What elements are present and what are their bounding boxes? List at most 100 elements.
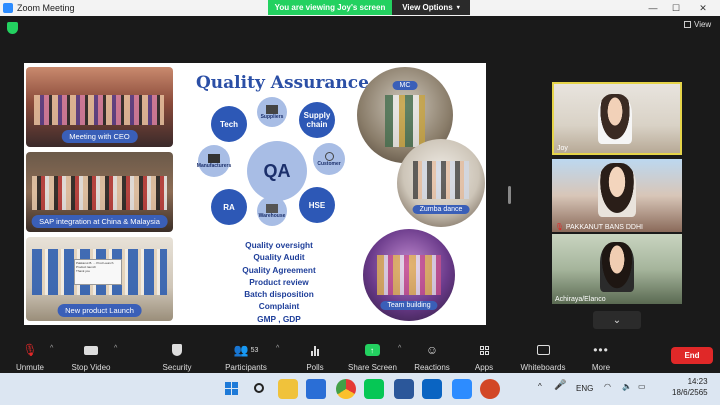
caption-meeting-ceo: Meeting with CEO (61, 130, 138, 143)
photo-sap-integration: SAP integration at China & Malaysia (26, 152, 173, 232)
maximize-button[interactable]: ☐ (664, 0, 688, 16)
node-customer-label: Customer (317, 160, 341, 167)
microphone-icon[interactable]: 🎤 (554, 380, 566, 391)
mail-app-icon[interactable] (306, 379, 326, 399)
file-explorer-icon[interactable] (278, 379, 298, 399)
share-screen-button[interactable]: ↑ Share Screen (348, 342, 397, 372)
window-title: Zoom Meeting (17, 3, 75, 13)
people-group (377, 255, 441, 295)
launch-poster: Pakkanut B. ... Prod Launch Product laun… (74, 259, 122, 285)
polls-button[interactable]: Polls (304, 342, 326, 372)
node-suppliers: Suppliers (257, 97, 287, 127)
share-options-caret[interactable]: ^ (398, 345, 401, 352)
qa-center-label: QA (263, 160, 291, 181)
participants-button[interactable]: 👥 53 Participants (222, 342, 270, 372)
battery-icon[interactable]: ▭ (638, 382, 646, 391)
stop-video-label: Stop Video (71, 363, 111, 372)
more-dots-icon: ••• (593, 343, 609, 357)
node-warehouse: Warehouse (257, 196, 287, 226)
view-button[interactable]: View (684, 20, 711, 29)
list-item: Product review (249, 276, 309, 287)
participants-options-caret[interactable]: ^ (276, 345, 279, 352)
video-camera-icon (84, 345, 98, 355)
powerpoint-icon[interactable] (480, 379, 500, 399)
label-team-building: Team building (380, 301, 438, 310)
zoom-taskbar-icon[interactable] (452, 379, 472, 399)
wifi-icon[interactable]: ◠ (604, 382, 611, 391)
outlook-icon[interactable] (422, 379, 442, 399)
search-button[interactable] (250, 379, 270, 399)
participant-tile-achiraya[interactable]: Achiraya/Elanco (552, 234, 682, 304)
video-options-caret[interactable]: ^ (114, 345, 117, 352)
whiteboards-button[interactable]: Whiteboards (516, 342, 570, 372)
zoom-window: Zoom Meeting — ☐ ✕ You are viewing Joy's… (0, 0, 720, 405)
node-suppliers-label: Suppliers (260, 113, 284, 120)
share-screen-icon: ↑ (364, 344, 380, 356)
chevron-up-icon[interactable]: ^ (538, 382, 542, 391)
apps-button[interactable]: Apps (472, 342, 496, 372)
clock[interactable]: 14:23 18/6/2565 (672, 377, 708, 397)
list-item: Quality Agreement (242, 264, 316, 275)
node-manufacturers-label: Manufacturers (196, 162, 232, 169)
node-hse-label: HSE (308, 200, 326, 210)
view-options-button[interactable]: View Options ▾ (392, 0, 470, 15)
apps-icon (479, 345, 489, 355)
participants-icon: 👥 (233, 343, 249, 357)
zoom-app-icon (3, 3, 13, 13)
list-item: Complaint (258, 301, 300, 312)
reactions-button[interactable]: ☺ Reactions (412, 342, 452, 372)
node-customer: Customer (313, 143, 345, 175)
speaker-icon[interactable]: 🔈 (622, 382, 632, 391)
poster-line: Thank you (76, 269, 91, 273)
clock-time: 14:23 (687, 377, 708, 386)
viewing-banner: You are viewing Joy's screen View Option… (268, 0, 470, 15)
splitter-handle[interactable] (508, 186, 511, 204)
start-button[interactable] (222, 379, 242, 399)
polls-label: Polls (306, 363, 324, 372)
participant-tile-pakkanut[interactable]: 🎙 PAKKANUT BANS DDHI (552, 159, 682, 232)
label-mc: MC (392, 81, 418, 90)
list-item: Quality oversight (245, 240, 313, 250)
muted-mic-icon: 🎙 (555, 224, 564, 231)
factory-icon (266, 104, 278, 114)
security-button[interactable]: Security (160, 342, 194, 372)
share-screen-label: Share Screen (348, 363, 397, 372)
people-group (413, 161, 469, 199)
chevron-down-icon: ▾ (456, 5, 460, 11)
view-options-label: View Options (402, 3, 453, 12)
unmute-button[interactable]: 🎙 Unmute (14, 342, 46, 372)
caption-new-product-launch: New product Launch (57, 304, 142, 317)
list-item: GMP , GDP (257, 313, 301, 324)
windows-taskbar: ^ 🎤 ENG ◠ 🔈 ▭ 14:23 18/6/2565 (0, 373, 720, 405)
qa-responsibility-list: Quality oversight Quality Audit Quality … (222, 239, 336, 325)
language-indicator[interactable]: ENG (576, 384, 593, 393)
close-button[interactable]: ✕ (691, 0, 715, 16)
photo-new-product-launch: Pakkanut B. ... Prod Launch Product laun… (26, 237, 173, 321)
muted-mic-icon: 🎙 (22, 343, 38, 357)
encryption-shield-icon[interactable] (7, 22, 18, 34)
viewing-label: You are viewing Joy's screen (268, 0, 392, 15)
reactions-label: Reactions (414, 363, 450, 372)
slide-title: Quality Assurance (196, 73, 369, 93)
factory-icon (208, 153, 220, 163)
person-icon (324, 151, 334, 161)
audio-options-caret[interactable]: ^ (50, 345, 53, 352)
more-button[interactable]: ••• More (588, 342, 614, 372)
node-tech-label: Tech (219, 119, 239, 129)
windows-logo-icon (225, 382, 239, 395)
shared-slide: Meeting with CEO SAP integration at Chin… (24, 63, 486, 325)
chrome-icon[interactable] (336, 379, 356, 399)
participant-tile-joy[interactable]: Joy (552, 82, 682, 155)
more-participants-button[interactable]: ⌄ (593, 311, 641, 329)
apps-label: Apps (474, 363, 494, 372)
participant-name: Achiraya/Elanco (555, 296, 606, 303)
line-app-icon[interactable] (364, 379, 384, 399)
smiley-icon: ☺ (425, 343, 439, 357)
list-item: Batch disposition (244, 289, 314, 300)
word-icon[interactable] (394, 379, 414, 399)
node-manufacturers: Manufacturers (196, 145, 232, 177)
chevron-down-icon: ⌄ (612, 314, 622, 326)
end-meeting-button[interactable]: End (671, 347, 713, 364)
minimize-button[interactable]: — (641, 0, 665, 16)
stop-video-button[interactable]: Stop Video (70, 342, 112, 372)
